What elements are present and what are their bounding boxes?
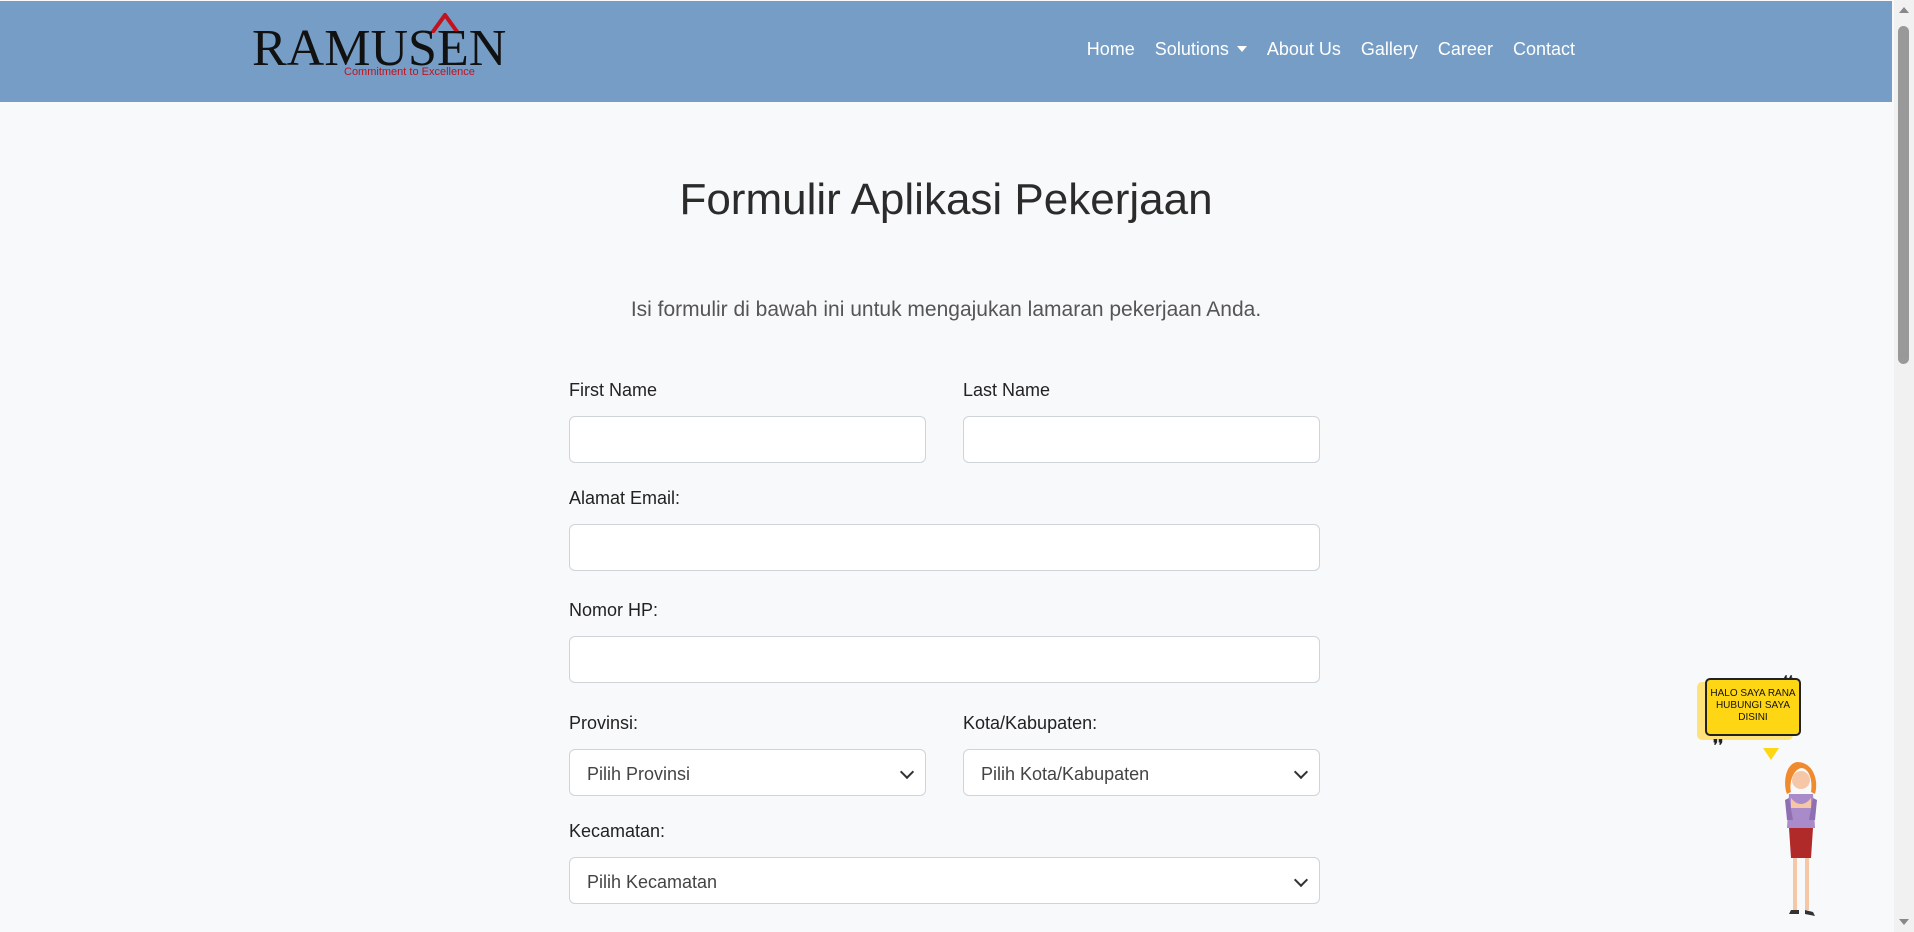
- district-selected-value: Pilih Kecamatan: [587, 872, 718, 892]
- last-name-group: Last Name: [963, 380, 1320, 463]
- city-selected-value: Pilih Kota/Kabupaten: [981, 764, 1150, 784]
- city-label: Kota/Kabupaten:: [963, 713, 1098, 733]
- phone-group: Nomor HP:: [569, 600, 1320, 683]
- nav-home-label: Home: [1086, 39, 1135, 59]
- last-name-input[interactable]: [963, 416, 1320, 463]
- chat-bubble[interactable]: HALO SAYA RANA HUBUNGI SAYA DISINI: [1705, 678, 1801, 736]
- first-name-group: First Name: [569, 380, 926, 463]
- district-group: Kecamatan: Pilih Kecamatan: [569, 821, 1320, 904]
- nav-home[interactable]: Home: [1077, 39, 1145, 60]
- assistant-avatar-icon[interactable]: [1775, 758, 1835, 918]
- nav-gallery[interactable]: Gallery: [1351, 39, 1428, 60]
- district-label: Kecamatan:: [569, 821, 666, 841]
- province-selected-value: Pilih Provinsi: [587, 764, 691, 784]
- chat-bubble-text: HALO SAYA RANA HUBUNGI SAYA DISINI: [1710, 688, 1796, 723]
- city-select[interactable]: Pilih Kota/Kabupaten: [963, 749, 1320, 796]
- nav-gallery-label: Gallery: [1360, 39, 1418, 59]
- intro-text: Isi formulir di bawah ini untuk mengajuk…: [630, 298, 1262, 321]
- phone-label: Nomor HP:: [569, 600, 659, 620]
- scroll-down-arrow-icon[interactable]: [1899, 919, 1909, 925]
- email-label: Alamat Email:: [569, 488, 681, 508]
- province-label: Provinsi:: [569, 713, 639, 733]
- page-viewport: RAMUSEN Commitment to Excellence Home So…: [0, 0, 1894, 932]
- nav-about-us[interactable]: About Us: [1257, 39, 1351, 60]
- chevron-down-icon: [1293, 872, 1309, 888]
- page-title: Formulir Aplikasi Pekerjaan: [679, 175, 1213, 224]
- nav-about-label: About Us: [1266, 39, 1341, 59]
- city-group: Kota/Kabupaten: Pilih Kota/Kabupaten: [963, 713, 1320, 796]
- nav-contact[interactable]: Contact: [1503, 39, 1585, 60]
- company-logo[interactable]: RAMUSEN Commitment to Excellence: [252, 13, 512, 83]
- scroll-thumb[interactable]: [1898, 26, 1909, 364]
- district-select[interactable]: Pilih Kecamatan: [569, 857, 1320, 904]
- quote-close-icon: ❜❜: [1713, 738, 1724, 755]
- chevron-down-icon: [899, 764, 915, 780]
- email-input[interactable]: [569, 524, 1320, 571]
- last-name-label: Last Name: [963, 380, 1051, 400]
- first-name-label: First Name: [569, 380, 658, 400]
- nav-career-label: Career: [1437, 39, 1493, 59]
- chat-widget[interactable]: ❛❛ HALO SAYA RANA HUBUNGI SAYA DISINI ❜❜: [1695, 674, 1835, 918]
- first-name-input[interactable]: [569, 416, 926, 463]
- vertical-scrollbar[interactable]: [1894, 0, 1914, 932]
- dropdown-caret-icon: [1236, 46, 1247, 52]
- province-select[interactable]: Pilih Provinsi: [569, 749, 926, 796]
- main-nav: Home Solutions About Us Gallery Career C…: [1077, 39, 1585, 60]
- nav-solutions-label: Solutions: [1154, 39, 1229, 59]
- nav-contact-label: Contact: [1512, 39, 1575, 59]
- nav-solutions[interactable]: Solutions: [1145, 39, 1257, 60]
- nav-career[interactable]: Career: [1428, 39, 1503, 60]
- scroll-up-arrow-icon[interactable]: [1899, 7, 1909, 13]
- logo-tagline: Commitment to Excellence: [344, 66, 475, 78]
- chevron-down-icon: [1293, 764, 1309, 780]
- top-navbar: RAMUSEN Commitment to Excellence Home So…: [0, 1, 1892, 102]
- email-group: Alamat Email:: [569, 488, 1320, 571]
- phone-input[interactable]: [569, 636, 1320, 683]
- province-group: Provinsi: Pilih Provinsi: [569, 713, 926, 796]
